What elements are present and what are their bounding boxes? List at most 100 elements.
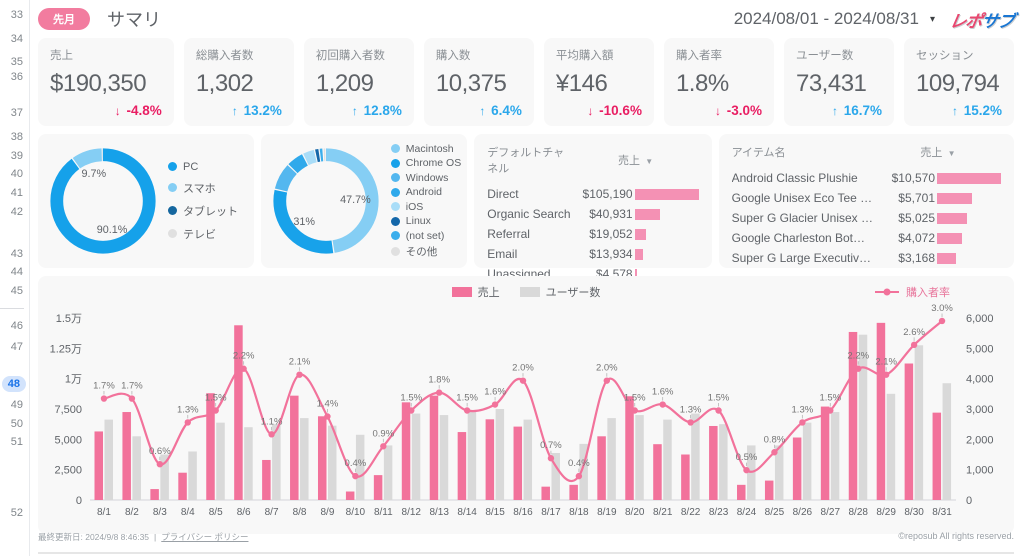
sales-bar: [262, 460, 271, 500]
gutter-row-number[interactable]: 38: [11, 131, 23, 143]
gutter-row-number[interactable]: 52: [11, 507, 23, 519]
x-axis-label: 8/31: [932, 507, 952, 518]
sales-bar: [737, 485, 746, 500]
row-name: Android Classic Plushie: [732, 171, 877, 185]
gutter-row-number[interactable]: 46: [11, 320, 23, 332]
rate-data-label: 0.4%: [568, 458, 590, 469]
legend-label: Android: [406, 186, 442, 198]
kpi-delta: ↑ 12.8%: [352, 103, 402, 118]
value-column-header[interactable]: 売上 ▼: [875, 144, 1001, 160]
last-updated: 最終更新日: 2024/9/8 8:46:35: [38, 531, 149, 543]
sales-bar: [541, 487, 550, 500]
sales-bar: [765, 481, 774, 500]
rate-data-label: 0.8%: [764, 434, 786, 445]
footer-separator: |: [154, 532, 156, 542]
x-axis-label: 8/21: [653, 507, 673, 518]
row-bar-holder: [635, 189, 699, 200]
logo-text-blue: サブ: [980, 12, 1015, 31]
rate-dot: [883, 371, 889, 377]
x-axis-label: 8/7: [265, 507, 279, 518]
row-bar-holder: [937, 253, 1001, 264]
device-donut-chart[interactable]: 90.1%9.7%: [44, 142, 162, 260]
os-donut-chart[interactable]: 47.7%31%: [267, 142, 385, 260]
kpi-delta: ↓ -4.8%: [115, 103, 162, 118]
name-column-header: デフォルトチャネル: [487, 144, 572, 176]
sales-bar: [346, 492, 355, 500]
users-bar: [216, 423, 225, 500]
rate-dot: [101, 395, 107, 401]
right-axis-tick: 3,000: [966, 404, 994, 416]
table-row: Super G Glacier Unisex …$5,025: [732, 208, 1001, 228]
rate-dot: [715, 407, 721, 413]
gutter-row-number[interactable]: 35: [11, 56, 23, 68]
gutter-row-number[interactable]: 51: [11, 436, 23, 448]
x-axis-label: 8/18: [569, 507, 589, 518]
date-range-picker[interactable]: 2024/08/01 - 2024/08/31 ▾: [734, 9, 935, 29]
x-axis-label: 8/20: [625, 507, 645, 518]
users-bar: [105, 420, 114, 500]
legend-label: Macintosh: [406, 143, 454, 155]
sales-bar: [290, 396, 299, 500]
x-axis-label: 8/15: [485, 507, 505, 518]
table-row: Direct$105,190: [487, 184, 698, 204]
row-value: $13,934: [575, 247, 633, 261]
reposub-logo[interactable]: レポサブ: [948, 7, 1016, 32]
kpi-card: 総購入者数1,302↑ 13.2%: [184, 38, 294, 126]
gutter-row-number[interactable]: 40: [11, 168, 23, 180]
x-axis-label: 8/24: [737, 507, 757, 518]
left-axis-tick: 7,500: [54, 404, 82, 416]
value-column-header[interactable]: 売上 ▼: [573, 152, 699, 168]
kpi-card: ユーザー数73,431↑ 16.7%: [784, 38, 894, 126]
gutter-row-number[interactable]: 49: [11, 399, 23, 411]
rate-data-label: 2.0%: [596, 363, 618, 374]
kpi-row: 売上$190,350↓ -4.8%総購入者数1,302↑ 13.2%初回購入者数…: [38, 38, 1014, 126]
daily-combo-chart[interactable]: 02,5005,0007,5001万1.25万1.5万01,0002,0003,…: [44, 296, 1008, 530]
x-axis-label: 8/16: [513, 507, 533, 518]
gutter-row-number[interactable]: 43: [11, 248, 23, 260]
left-axis-tick: 5,000: [54, 434, 82, 446]
gutter-row-number[interactable]: 45: [11, 285, 23, 297]
period-badge[interactable]: 先月: [38, 8, 90, 30]
row-number-gutter: 33 34 35 36 37 38 39 40 41 42 43 44 45 46 47 48 49 50 51 52: [0, 0, 30, 556]
row-name: Email: [487, 247, 574, 261]
kpi-value: 1.8%: [676, 70, 762, 98]
row-bar-holder: [635, 229, 699, 240]
kpi-card: セッション109,794↑ 15.2%: [904, 38, 1014, 126]
gutter-row-number[interactable]: 41: [11, 187, 23, 199]
sales-bar: [569, 485, 578, 500]
rate-data-label: 1.6%: [484, 387, 506, 398]
row-value-bar: [937, 213, 967, 224]
gutter-row-number[interactable]: 47: [11, 341, 23, 353]
gutter-row-number[interactable]: 39: [11, 150, 23, 162]
rate-dot: [268, 431, 274, 437]
legend-dot: [391, 231, 400, 240]
legend-item: Macintosh: [391, 143, 461, 155]
x-axis-label: 8/2: [125, 507, 139, 518]
gutter-row-number[interactable]: 42: [11, 206, 23, 218]
gutter-row-number[interactable]: 48: [2, 376, 26, 392]
gutter-row-number[interactable]: 44: [11, 266, 23, 278]
rate-data-label: 2.2%: [847, 351, 869, 362]
row-name: Referral: [487, 227, 574, 241]
legend-label: Linux: [406, 215, 431, 227]
rate-dot: [632, 407, 638, 413]
arrow-up-icon: ↑: [479, 104, 485, 118]
rate-dot: [213, 407, 219, 413]
privacy-policy-link[interactable]: プライバシー ポリシー: [161, 531, 248, 543]
gutter-row-number[interactable]: 50: [11, 418, 23, 430]
row-bar-holder: [937, 213, 1001, 224]
gutter-row-number[interactable]: 33: [11, 9, 23, 21]
row-value: $105,190: [575, 187, 633, 201]
kpi-delta: ↑ 15.2%: [952, 103, 1002, 118]
gutter-row-number[interactable]: 37: [11, 107, 23, 119]
gutter-row-number[interactable]: 34: [11, 33, 23, 45]
table-header: デフォルトチャネル売上 ▼: [487, 144, 698, 176]
sales-bar: [877, 323, 886, 500]
right-axis-tick: 4,000: [966, 374, 994, 386]
kpi-card: 平均購入額¥146↓ -10.6%: [544, 38, 654, 126]
rate-data-label: 1.6%: [652, 387, 674, 398]
users-bar: [663, 420, 672, 500]
gutter-row-number[interactable]: 36: [11, 71, 23, 83]
row-value-bar: [937, 233, 962, 244]
x-axis-label: 8/25: [765, 507, 785, 518]
